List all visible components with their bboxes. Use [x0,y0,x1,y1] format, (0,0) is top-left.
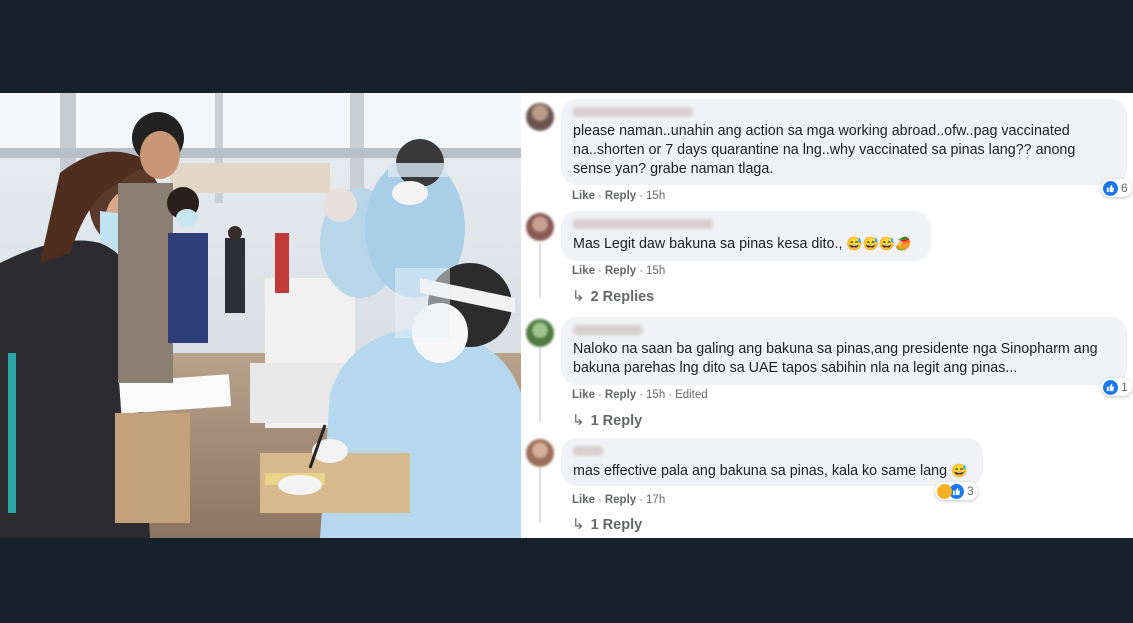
thread-line [539,348,541,423]
reaction-count: 6 [1121,181,1128,195]
author-name-blurred[interactable] [573,446,603,456]
thread-line [539,243,541,298]
reaction-count: 3 [967,484,974,498]
view-replies-link[interactable]: ↳ 2 Replies [572,287,654,305]
comment-actions: Like · Reply · 15h [572,190,666,202]
comment-bubble: Naloko na saan ba galing ang bakuna sa p… [561,317,1127,385]
like-link[interactable]: Like [572,190,595,202]
reply-arrow-icon: ↳ [572,516,585,533]
reply-link[interactable]: Reply [605,190,636,202]
haha-reaction-icon [937,483,952,499]
timestamp[interactable]: 17h [646,494,665,506]
comment-thread: please naman..unahin ang action sa mga w… [521,93,1133,538]
reaction-count: 1 [1121,380,1128,394]
author-name-blurred[interactable] [573,325,643,335]
emoji-reactions: 😅😅😅🥭 [846,236,912,251]
airport-photo [0,93,521,538]
edited-label: Edited [675,389,708,401]
reply-link[interactable]: Reply [605,494,636,506]
timestamp[interactable]: 15h [646,190,665,202]
airport-scene-illustration [0,93,521,538]
reply-arrow-icon: ↳ [572,288,585,305]
reaction-summary[interactable]: 6 [1101,179,1132,197]
comment-text: Mas Legit daw bakuna sa pinas kesa dito.… [573,236,912,252]
comment-text: mas effective pala ang bakuna sa pinas, … [573,463,968,479]
reaction-summary[interactable]: 1 [1101,378,1132,396]
view-replies-link[interactable]: ↳ 1 Reply [572,515,642,533]
view-replies-link[interactable]: ↳ 1 Reply [572,411,642,429]
comment-actions: Like · Reply · 15h [572,265,666,277]
comment-bubble: Mas Legit daw bakuna sa pinas kesa dito.… [561,211,931,261]
like-link[interactable]: Like [572,265,595,277]
reaction-summary[interactable]: 3 [935,482,978,500]
avatar[interactable] [526,319,554,347]
reply-link[interactable]: Reply [605,389,636,401]
comment-text: Naloko na saan ba galing ang bakuna sa p… [573,341,1098,376]
reply-link[interactable]: Reply [605,265,636,277]
like-reaction-icon [1103,379,1118,395]
like-reaction-icon [1103,180,1118,196]
comment-text: please naman..unahin ang action sa mga w… [573,123,1076,177]
comment-actions: Like · Reply · 15h · Edited [572,389,708,401]
comment-bubble: mas effective pala ang bakuna sa pinas, … [561,438,983,486]
like-link[interactable]: Like [572,389,595,401]
avatar[interactable] [526,439,554,467]
comment-actions: Like · Reply · 17h [572,494,666,506]
author-name-blurred[interactable] [573,107,693,117]
avatar[interactable] [526,213,554,241]
author-name-blurred[interactable] [573,219,713,229]
emoji-reactions: 😅 [951,463,968,478]
reply-arrow-icon: ↳ [572,412,585,429]
timestamp[interactable]: 15h [646,265,665,277]
timestamp[interactable]: 15h [646,389,665,401]
like-link[interactable]: Like [572,494,595,506]
comment-bubble: please naman..unahin ang action sa mga w… [561,99,1127,185]
avatar[interactable] [526,103,554,131]
thread-line [539,468,541,523]
